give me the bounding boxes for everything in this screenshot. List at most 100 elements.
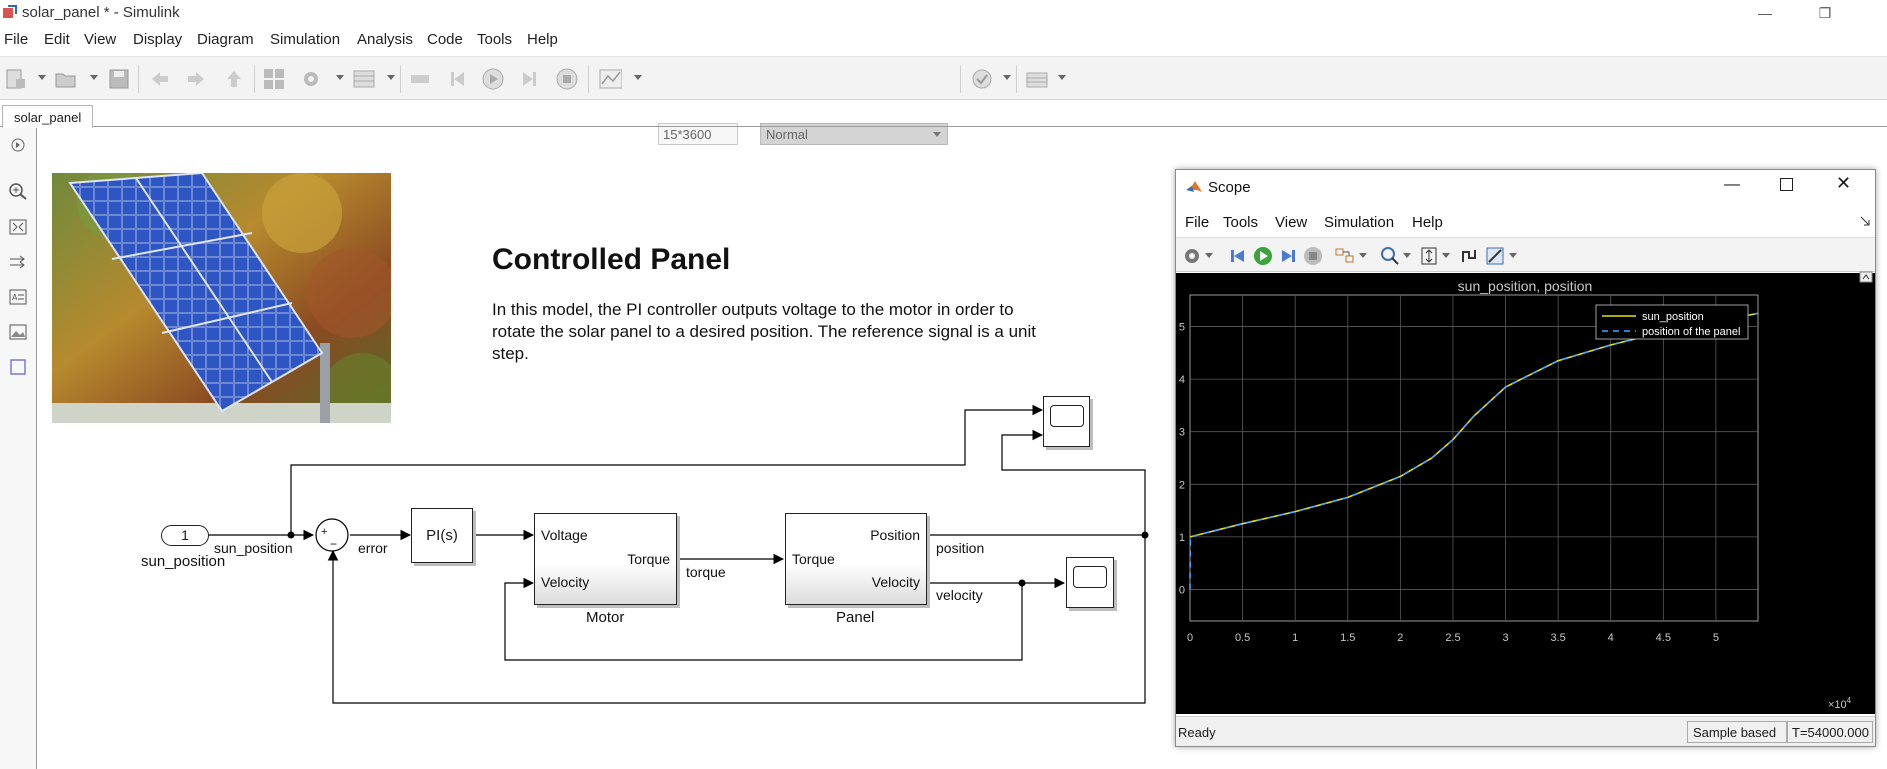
- menu-analysis[interactable]: Analysis: [357, 31, 413, 48]
- scope-block-position[interactable]: [1043, 396, 1090, 447]
- scope-menu-help[interactable]: Help: [1412, 214, 1443, 231]
- cursor-measurements-icon[interactable]: [1485, 246, 1505, 266]
- tab-solar-panel[interactable]: solar_panel: [2, 105, 94, 128]
- model-advisor-icon[interactable]: [970, 67, 994, 91]
- image-icon[interactable]: [8, 323, 28, 341]
- signal-label-position: position: [936, 540, 985, 556]
- legend-entry: sun_position: [1642, 311, 1704, 323]
- measurements-dropdown-icon[interactable]: [1509, 253, 1517, 258]
- forward-icon[interactable]: [184, 67, 208, 91]
- sum-minus-sign: −: [330, 537, 338, 551]
- menu-simulation[interactable]: Simulation: [270, 31, 340, 48]
- new-dropdown-icon[interactable]: [38, 75, 46, 80]
- gear-icon[interactable]: [1182, 246, 1202, 266]
- scope-menu-view[interactable]: View: [1275, 214, 1307, 231]
- scope-title: Scope: [1208, 179, 1251, 196]
- toolbar-separator: [254, 65, 255, 93]
- panel-block[interactable]: Torque Position Velocity: [785, 513, 927, 605]
- menu-help[interactable]: Help: [527, 31, 558, 48]
- settings-dropdown-icon[interactable]: [1205, 253, 1213, 258]
- back-icon[interactable]: [148, 67, 172, 91]
- build-dropdown-icon[interactable]: [1058, 75, 1066, 80]
- scope-menu-simulation[interactable]: Simulation: [1324, 214, 1394, 231]
- step-forward-icon[interactable]: [517, 67, 541, 91]
- signal-icon[interactable]: [408, 67, 432, 91]
- model-explorer-icon[interactable]: [352, 67, 376, 91]
- expand-legend-icon[interactable]: [1859, 271, 1873, 283]
- minimize-button[interactable]: —: [1742, 2, 1788, 24]
- gear-icon[interactable]: [299, 67, 323, 91]
- inport-block[interactable]: 1: [161, 525, 209, 546]
- highlight-dropdown-icon[interactable]: [1359, 253, 1367, 258]
- status-sample-mode: Sample based: [1687, 721, 1787, 743]
- scope-menu-tools[interactable]: Tools: [1223, 214, 1258, 231]
- zoom-in-icon[interactable]: [8, 182, 28, 200]
- open-icon[interactable]: [54, 67, 78, 91]
- run-icon[interactable]: [1253, 246, 1273, 266]
- scope-plot-area[interactable]: sun_position, position 0 0.5 1 1.5 2 2.5 3 3.5 4…: [1176, 271, 1875, 714]
- step-back-icon[interactable]: [446, 67, 470, 91]
- scope-block-velocity[interactable]: [1066, 557, 1114, 608]
- autoscale-dropdown-icon[interactable]: [1442, 253, 1450, 258]
- pi-controller-label: PI(s): [426, 527, 458, 544]
- menu-diagram[interactable]: Diagram: [197, 31, 254, 48]
- menu-view[interactable]: View: [84, 31, 116, 48]
- sum-plus-sign: +: [321, 526, 328, 538]
- menu-bar: File Edit View Display Diagram Simulatio…: [0, 28, 1887, 52]
- pi-controller-block[interactable]: PI(s): [411, 508, 473, 563]
- menu-display[interactable]: Display: [133, 31, 182, 48]
- menu-tools[interactable]: Tools: [477, 31, 512, 48]
- annotation-icon[interactable]: A: [8, 288, 28, 306]
- x-tick-label: 1.5: [1340, 632, 1355, 644]
- motor-port-torque: Torque: [627, 551, 670, 567]
- branch-point: [1141, 531, 1149, 539]
- zoom-dropdown-icon[interactable]: [1403, 253, 1411, 258]
- menu-file[interactable]: File: [4, 31, 28, 48]
- scope-close-button[interactable]: ✕: [1836, 173, 1851, 194]
- scope-menu-file[interactable]: File: [1185, 214, 1209, 231]
- wire-position-to-scope[interactable]: [1001, 429, 1146, 535]
- explorer-dropdown-icon[interactable]: [387, 75, 395, 80]
- data-inspector-icon[interactable]: [598, 67, 622, 91]
- chart-title: sun_position, position: [1458, 278, 1593, 294]
- inport-label: sun_position: [141, 553, 226, 570]
- scope-minimize-button[interactable]: —: [1724, 176, 1740, 194]
- inspector-dropdown-icon[interactable]: [634, 75, 642, 80]
- open-dropdown-icon[interactable]: [90, 75, 98, 80]
- y-tick-label: 3: [1179, 427, 1185, 439]
- scope-maximize-button[interactable]: [1780, 178, 1793, 191]
- autoscale-icon[interactable]: [1419, 246, 1439, 266]
- motor-block[interactable]: Voltage Velocity Torque: [534, 513, 677, 605]
- menu-edit[interactable]: Edit: [44, 31, 70, 48]
- advisor-dropdown-icon[interactable]: [1003, 75, 1011, 80]
- undock-icon[interactable]: [1860, 216, 1870, 226]
- area-icon[interactable]: [8, 358, 28, 376]
- scope-window[interactable]: Scope — ✕ File Tools View Simulation Hel…: [1175, 169, 1876, 747]
- new-model-icon[interactable]: [4, 67, 28, 91]
- panel-port-torque: Torque: [792, 551, 835, 567]
- stop-icon[interactable]: [1303, 246, 1323, 266]
- route-lines-icon[interactable]: [8, 253, 28, 271]
- title-bar: solar_panel * - Simulink — ❐: [0, 0, 1887, 26]
- zoom-icon[interactable]: [1380, 246, 1400, 266]
- signal-label-velocity: velocity: [936, 587, 983, 603]
- step-forward-icon[interactable]: [1278, 246, 1298, 266]
- settings-dropdown-icon[interactable]: [336, 75, 344, 80]
- step-back-icon[interactable]: [1228, 246, 1248, 266]
- hide-explorer-icon[interactable]: [8, 136, 28, 154]
- menu-code[interactable]: Code: [427, 31, 463, 48]
- fit-to-view-icon[interactable]: [8, 218, 28, 236]
- model-description: In this model, the PI controller outputs…: [492, 300, 1037, 363]
- save-icon[interactable]: [107, 67, 131, 91]
- chevron-down-icon: [933, 132, 941, 137]
- restore-button[interactable]: ❐: [1802, 2, 1848, 24]
- chart-legend: sun_position position of the panel: [1595, 304, 1749, 340]
- matlab-icon: [1186, 181, 1202, 192]
- triggers-icon[interactable]: [1459, 246, 1479, 266]
- stop-icon[interactable]: [555, 67, 579, 91]
- library-browser-icon[interactable]: [262, 67, 286, 91]
- highlight-block-icon[interactable]: [1334, 246, 1356, 266]
- up-icon[interactable]: [222, 67, 246, 91]
- build-icon[interactable]: [1024, 67, 1048, 91]
- run-icon[interactable]: [481, 67, 505, 91]
